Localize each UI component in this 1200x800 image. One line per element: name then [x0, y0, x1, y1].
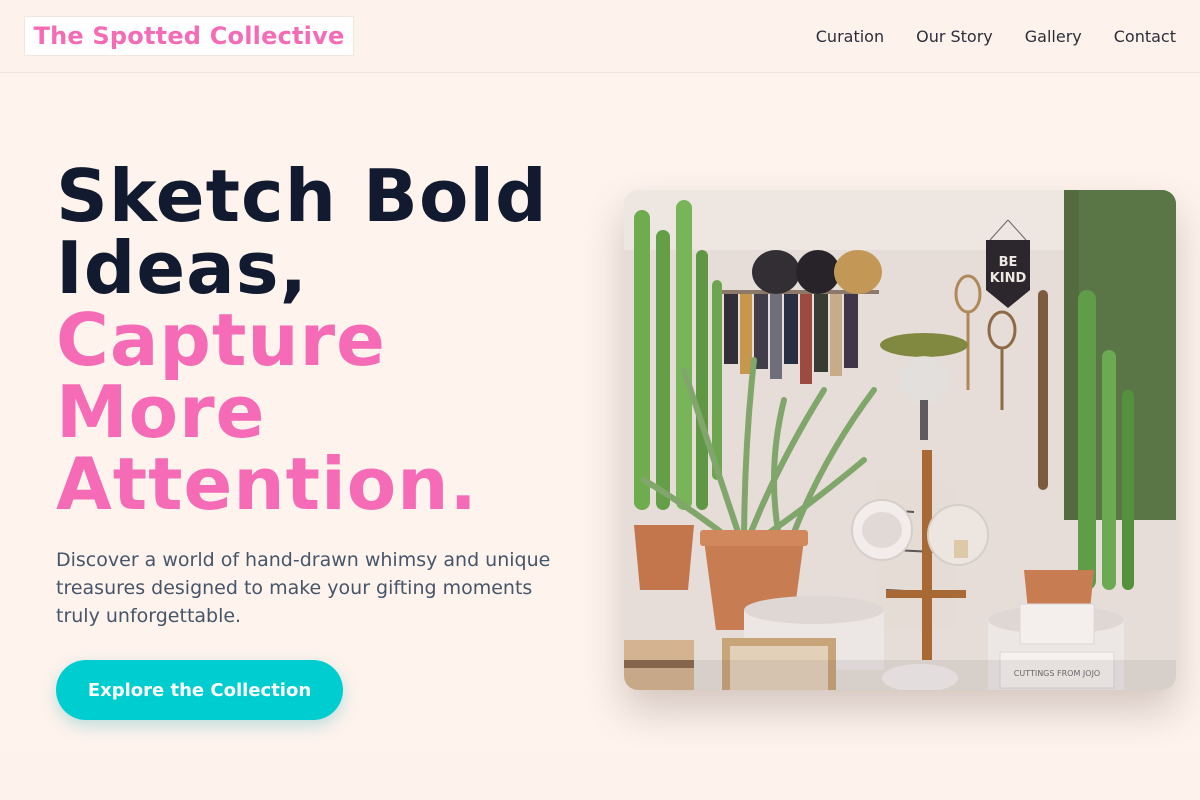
headline-line-2: Ideas, [56, 226, 308, 310]
nav-link-our-story[interactable]: Our Story [916, 27, 993, 46]
nav-link-gallery[interactable]: Gallery [1025, 27, 1082, 46]
nav-link-contact[interactable]: Contact [1114, 27, 1176, 46]
explore-collection-button[interactable]: Explore the Collection [56, 660, 343, 720]
hero-headline: Sketch Bold Ideas, Capture More Attentio… [56, 160, 576, 520]
headline-line-1: Sketch Bold [56, 154, 548, 238]
logo[interactable]: The Spotted Collective [24, 16, 354, 56]
logo-text: The Spotted Collective [33, 22, 345, 50]
nav-link-curation[interactable]: Curation [816, 27, 884, 46]
hero-text: Sketch Bold Ideas, Capture More Attentio… [56, 160, 576, 630]
hero-subtitle: Discover a world of hand-drawn whimsy an… [56, 549, 551, 627]
shop-interior-illustration: BE KIND CUTTINGS FROM JOJO [624, 190, 1176, 690]
hero-photo: BE KIND CUTTINGS FROM JOJO [624, 190, 1176, 690]
headline-accent-line-2: More [56, 370, 266, 454]
main-nav: Curation Our Story Gallery Contact [816, 0, 1176, 72]
headline-accent-line-1: Capture [56, 298, 386, 382]
headline-accent-line-3: Attention. [56, 442, 478, 526]
site-header: The Spotted Collective Curation Our Stor… [0, 0, 1200, 73]
